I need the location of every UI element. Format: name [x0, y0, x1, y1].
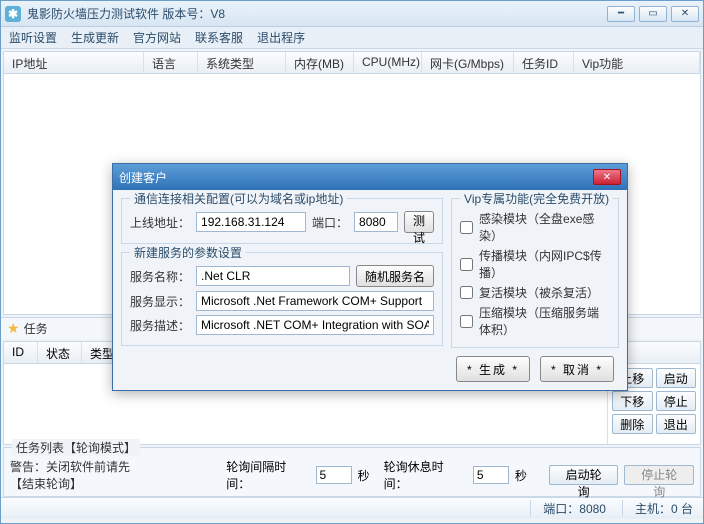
create-client-dialog: 创建客户 ✕ 通信连接相关配置(可以为域名或ip地址) 上线地址： 端口： 测试…	[112, 163, 628, 391]
chk-infect[interactable]	[460, 221, 473, 234]
vip-group: Vip专属功能(完全免费开放) 感染模块（全盘exe感染） 传播模块（内网IPC…	[451, 198, 619, 348]
svc-name-label: 服务名称：	[130, 268, 190, 285]
maximize-button[interactable]: ▭	[639, 6, 667, 22]
menu-generate[interactable]: 生成更新	[71, 29, 119, 46]
col-taskid[interactable]: 任务ID	[514, 52, 574, 73]
start-task-button[interactable]: 启动	[656, 368, 697, 388]
stop-task-button[interactable]: 停止	[656, 391, 697, 411]
queue-box: 任务列表【轮询模式】 警告：关闭软件前请先【结束轮询】 轮询间隔时间： 秒 轮询…	[3, 447, 701, 497]
interval-input[interactable]	[316, 466, 352, 484]
conn-group: 通信连接相关配置(可以为域名或ip地址) 上线地址： 端口： 测试	[121, 198, 443, 244]
status-hosts: 主机：0 台	[622, 500, 693, 517]
chk-compress[interactable]	[460, 315, 473, 328]
svc-display-input[interactable]	[196, 291, 434, 311]
cancel-button[interactable]: * 取消 *	[540, 356, 614, 382]
menubar: 监听设置 生成更新 官方网站 联系客服 退出程序	[1, 27, 703, 49]
menu-website[interactable]: 官方网站	[133, 29, 181, 46]
chk-spread[interactable]	[460, 258, 473, 271]
addr-input[interactable]	[196, 212, 306, 232]
move-down-button[interactable]: 下移	[612, 391, 653, 411]
col-cpu[interactable]: CPU(MHz)	[354, 52, 422, 73]
dialog-close-button[interactable]: ✕	[593, 169, 621, 185]
queue-legend: 任务列表【轮询模式】	[12, 439, 140, 456]
rest-input[interactable]	[473, 466, 509, 484]
col-nic[interactable]: 网卡(G/Mbps)	[422, 52, 514, 73]
addr-label: 上线地址：	[130, 214, 190, 231]
window-title: 鬼影防火墙压力测试软件 版本号：V8	[27, 5, 607, 22]
start-poll-button[interactable]: 启动轮询	[549, 465, 619, 485]
col-ip[interactable]: IP地址	[4, 52, 144, 73]
menu-listen[interactable]: 监听设置	[9, 29, 57, 46]
app-icon: ✱	[5, 6, 21, 22]
interval-label: 轮询间隔时间：	[226, 458, 309, 492]
svc-desc-input[interactable]	[196, 315, 434, 335]
col-vip[interactable]: Vip功能	[574, 52, 700, 73]
queue-warn: 警告：关闭软件前请先【结束轮询】	[10, 458, 200, 492]
svc-display-label: 服务显示：	[130, 293, 190, 310]
chk-revive[interactable]	[460, 286, 473, 299]
port-label: 端口：	[312, 214, 348, 231]
col-os[interactable]: 系统类型	[198, 52, 286, 73]
svc-name-input[interactable]	[196, 266, 350, 286]
status-port: 端口：8080	[530, 500, 606, 517]
dialog-titlebar: 创建客户 ✕	[113, 164, 627, 190]
star-icon: ★	[7, 320, 20, 337]
generate-button[interactable]: * 生成 *	[456, 356, 530, 382]
dialog-title: 创建客户	[119, 169, 593, 186]
svc-desc-label: 服务描述：	[130, 317, 190, 334]
hosts-header: IP地址 语言 系统类型 内存(MB) CPU(MHz) 网卡(G/Mbps) …	[4, 52, 700, 74]
close-button[interactable]: ✕	[671, 6, 699, 22]
test-button[interactable]: 测试	[404, 211, 434, 233]
rest-label: 轮询休息时间：	[384, 458, 467, 492]
delete-task-button[interactable]: 删除	[612, 414, 653, 434]
tcol-id[interactable]: ID	[4, 342, 38, 363]
menu-support[interactable]: 联系客服	[195, 29, 243, 46]
exit-task-button[interactable]: 退出	[656, 414, 697, 434]
statusbar: 端口：8080 主机：0 台	[1, 497, 703, 519]
menu-exit[interactable]: 退出程序	[257, 29, 305, 46]
random-name-button[interactable]: 随机服务名	[356, 265, 434, 287]
tcol-state[interactable]: 状态	[38, 342, 82, 363]
col-mem[interactable]: 内存(MB)	[286, 52, 354, 73]
col-lang[interactable]: 语言	[144, 52, 198, 73]
port-input[interactable]	[354, 212, 398, 232]
svc-group: 新建服务的参数设置 服务名称： 随机服务名 服务显示： 服务描述：	[121, 252, 443, 346]
stop-poll-button: 停止轮询	[624, 465, 694, 485]
minimize-button[interactable]: ━	[607, 6, 635, 22]
titlebar: ✱ 鬼影防火墙压力测试软件 版本号：V8 ━ ▭ ✕	[1, 1, 703, 27]
